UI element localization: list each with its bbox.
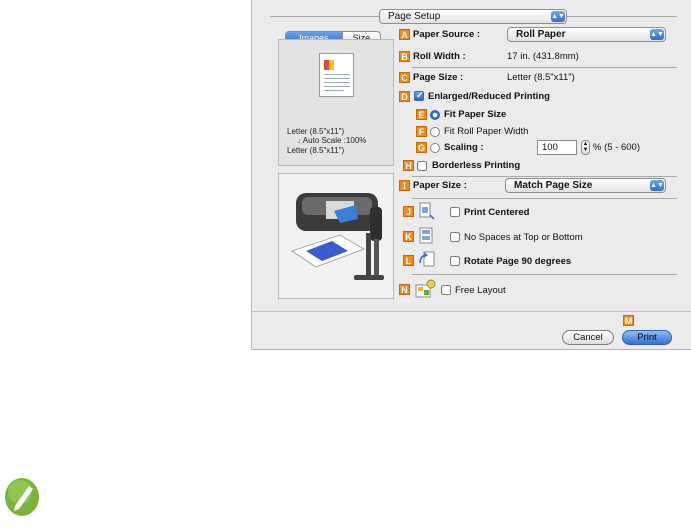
marker-j: J bbox=[403, 206, 414, 217]
paper-preview bbox=[319, 53, 354, 97]
note-pencil-icon bbox=[5, 478, 39, 516]
borderless-label: Borderless Printing bbox=[432, 160, 521, 171]
paper-size-value: Match Page Size bbox=[514, 180, 593, 191]
marker-c: C bbox=[399, 72, 410, 83]
divider-2 bbox=[412, 176, 677, 177]
free-layout-label: Free Layout bbox=[455, 285, 506, 296]
marker-b: B bbox=[399, 51, 410, 62]
marker-k: K bbox=[403, 231, 414, 242]
marker-n: N bbox=[399, 284, 410, 295]
print-centered-label: Print Centered bbox=[464, 207, 530, 218]
marker-i: I bbox=[399, 180, 410, 191]
cancel-button[interactable]: Cancel bbox=[562, 330, 614, 345]
scaling-input[interactable]: 100 bbox=[537, 140, 577, 155]
divider-3 bbox=[412, 198, 677, 199]
marker-l: L bbox=[403, 255, 414, 266]
marker-a: A bbox=[399, 29, 410, 40]
popup-arrows-icon: ▲▼ bbox=[551, 11, 565, 22]
scaling-range-text: % (5 - 600) bbox=[593, 142, 640, 153]
marker-f: F bbox=[416, 126, 427, 137]
fit-paper-size-label: Fit Paper Size bbox=[444, 109, 507, 120]
source-size-text: Letter (8.5"x11") bbox=[287, 127, 345, 136]
fit-paper-size-radio[interactable] bbox=[430, 110, 440, 120]
divider-4 bbox=[412, 274, 677, 275]
page-size-label: Page Size : bbox=[413, 72, 464, 83]
paper-source-arrows-icon: ▲▼ bbox=[650, 29, 664, 40]
fit-roll-width-label: Fit Roll Paper Width bbox=[444, 126, 529, 137]
no-spaces-label: No Spaces at Top or Bottom bbox=[464, 232, 583, 243]
page-setup-dialog: Page Setup ▲▼ Images Size Letter (8.5"x1… bbox=[251, 0, 691, 350]
enlarged-reduced-label: Enlarged/Reduced Printing bbox=[428, 91, 550, 102]
marker-m: M bbox=[623, 315, 634, 326]
image-thumbnail-icon bbox=[324, 60, 334, 70]
scaling-radio[interactable] bbox=[430, 143, 440, 153]
free-layout-checkbox[interactable] bbox=[441, 285, 451, 295]
marker-d: D bbox=[399, 91, 410, 102]
roll-width-label: Roll Width : bbox=[413, 51, 466, 62]
page-size-value: Letter (8.5"x11") bbox=[507, 72, 575, 83]
footer-divider bbox=[252, 311, 691, 312]
paper-source-select[interactable]: Roll Paper ▲▼ bbox=[507, 27, 666, 42]
marker-e: E bbox=[416, 109, 427, 120]
no-spaces-checkbox[interactable] bbox=[450, 232, 460, 242]
paper-size-label: Paper Size : bbox=[413, 180, 467, 191]
scale-row: ↓ Auto Scale :100% bbox=[297, 136, 366, 145]
divider-1 bbox=[412, 67, 677, 68]
paper-size-arrows-icon: ▲▼ bbox=[650, 180, 664, 191]
borderless-checkbox[interactable] bbox=[417, 161, 427, 171]
print-centered-checkbox[interactable] bbox=[450, 207, 460, 217]
rotate-checkbox[interactable] bbox=[450, 256, 460, 266]
scaling-stepper[interactable]: ▲ ▼ bbox=[581, 140, 590, 155]
free-layout-icon bbox=[415, 279, 436, 298]
rotate-label: Rotate Page 90 degrees bbox=[464, 256, 572, 267]
paper-size-select[interactable]: Match Page Size ▲▼ bbox=[505, 178, 666, 193]
marker-h: H bbox=[403, 160, 414, 171]
roll-width-value: 17 in. (431.8mm) bbox=[507, 51, 579, 62]
print-centered-icon bbox=[419, 202, 435, 220]
scale-text: Auto Scale :100% bbox=[302, 136, 367, 145]
header-divider bbox=[270, 16, 379, 17]
output-size-text: Letter (8.5"x11") bbox=[287, 146, 345, 155]
enlarged-reduced-checkbox[interactable] bbox=[414, 90, 424, 101]
paper-source-label: Paper Source : bbox=[413, 29, 481, 40]
print-button[interactable]: Print bbox=[622, 330, 672, 345]
header-divider-right bbox=[567, 16, 677, 17]
marker-g: G bbox=[416, 142, 427, 153]
page-setup-popup-label: Page Setup bbox=[388, 11, 441, 22]
scaling-label: Scaling : bbox=[444, 142, 484, 153]
arrow-down-icon: ↓ bbox=[297, 136, 301, 145]
fit-roll-width-radio[interactable] bbox=[430, 127, 440, 137]
paper-source-value: Roll Paper bbox=[516, 29, 566, 40]
rotate-page-icon bbox=[419, 251, 435, 267]
page-setup-popup[interactable]: Page Setup ▲▼ bbox=[379, 9, 567, 24]
no-spaces-icon bbox=[419, 227, 433, 244]
printer-illustration-icon bbox=[291, 193, 384, 280]
